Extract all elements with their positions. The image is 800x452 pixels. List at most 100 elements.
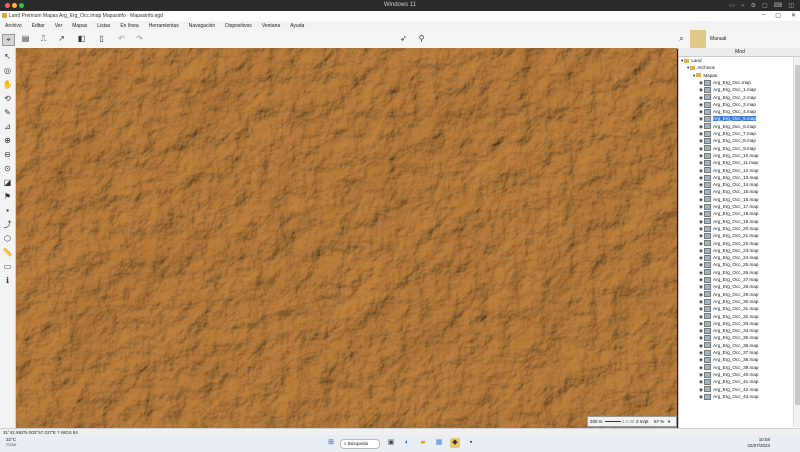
tree-map-item[interactable]: ◉ Arg_Erg_Occ_41.map bbox=[699, 378, 758, 385]
menu-listas[interactable]: Listas bbox=[92, 21, 115, 30]
undo-icon[interactable]: ↶ bbox=[116, 34, 127, 44]
tree-folder-item[interactable]: ▾ Land bbox=[681, 57, 702, 64]
flag-icon[interactable]: ⚑ bbox=[2, 191, 13, 202]
tree-map-item[interactable]: ◉ Arg_Erg_Occ_1.map bbox=[699, 86, 756, 93]
taskbar-search[interactable]: ⌕ Búsqueda bbox=[340, 439, 380, 449]
menu-ayuda[interactable]: Ayuda bbox=[285, 21, 309, 30]
tree-map-item[interactable]: ◉ Arg_Erg_Occ_43.map bbox=[699, 393, 758, 400]
expand-icon[interactable]: ▾ bbox=[687, 65, 689, 70]
tree-map-item[interactable]: ◉ Arg_Erg_Occ_40.map bbox=[699, 371, 758, 378]
zoom-out-icon[interactable]: ⊖ bbox=[2, 149, 13, 160]
device-icon[interactable]: ▯ bbox=[96, 34, 107, 44]
tree-map-item[interactable]: ◉ Arg_Erg_Occ_13.map bbox=[699, 174, 758, 181]
map-view[interactable] bbox=[16, 48, 677, 428]
tree-map-item[interactable]: ◉ Arg_Erg_Occ_30.map bbox=[699, 298, 758, 305]
track-icon[interactable]: ⤴ bbox=[2, 219, 13, 230]
zoom-level[interactable]: 67 % bbox=[654, 417, 664, 426]
tree-map-item[interactable]: ◉ Arg_Erg_Occ_28.map bbox=[699, 283, 758, 291]
cursor-icon[interactable]: ↖ bbox=[2, 51, 13, 62]
target-icon[interactable]: ◎ bbox=[2, 65, 13, 76]
tree-map-item[interactable]: ◉ Arg_Erg_Occ_14.map bbox=[699, 181, 758, 188]
tree-map-item[interactable]: ◉ Arg_Erg_Occ_34.map bbox=[699, 327, 758, 334]
file-explorer-icon[interactable]: ▰ bbox=[418, 438, 428, 448]
menu-mapas[interactable]: Mapas bbox=[67, 21, 92, 30]
navigate-icon[interactable]: ➶ bbox=[398, 34, 409, 44]
keyboard-icon[interactable]: ⌨ bbox=[774, 2, 783, 9]
redo-icon[interactable]: ↷ bbox=[134, 34, 145, 44]
menu-navegacion[interactable]: Navegación bbox=[184, 21, 220, 30]
tree-map-item[interactable]: ◉ Arg_Erg_Occ_23.map bbox=[699, 247, 758, 254]
zoom-fit-icon[interactable]: ⊙ bbox=[2, 163, 13, 174]
route-icon[interactable]: ↗ bbox=[56, 34, 67, 44]
edge-icon[interactable]: ◐ bbox=[402, 438, 412, 448]
display-icon[interactable]: ▢ bbox=[762, 2, 768, 9]
zoom-in-icon[interactable]: ⊕ bbox=[2, 135, 13, 146]
mode-selector[interactable]: Manual bbox=[710, 36, 726, 42]
sidebar-icon[interactable]: ◫ bbox=[788, 2, 794, 9]
menu-editar[interactable]: Editar bbox=[27, 21, 50, 30]
tree-map-item[interactable]: ◉ Arg_Erg_Occ_11.map bbox=[699, 159, 758, 166]
tree-map-item[interactable]: ◉ Arg_Erg_Occ_7.map bbox=[699, 130, 756, 137]
tree-map-item[interactable]: ◉ Arg_Erg_Occ_3.map bbox=[699, 101, 756, 108]
waypoint-icon[interactable]: ▪ bbox=[2, 205, 13, 216]
tree-map-item[interactable]: ◉ Arg_Erg_Occ_42.map bbox=[699, 386, 758, 393]
tree-map-item[interactable]: ◉ Arg_Erg_Occ_16.map bbox=[699, 196, 758, 203]
tree-map-item[interactable]: ◉ Arg_Erg_Occ_27.map bbox=[699, 276, 758, 283]
close-icon[interactable]: ✕ bbox=[791, 12, 796, 19]
tree-map-item[interactable]: ◉ Arg_Erg_Occ.map bbox=[699, 79, 751, 86]
measure-icon[interactable]: ⊿ bbox=[2, 121, 13, 132]
menu-herramientas[interactable]: Herramientas bbox=[144, 21, 184, 30]
tree-map-item[interactable]: ◉ Arg_Erg_Occ_24.map bbox=[699, 254, 758, 261]
draw-icon[interactable]: ✎ bbox=[2, 107, 13, 118]
tree-map-item[interactable]: ◉ Arg_Erg_Occ_20.map bbox=[699, 225, 758, 232]
tree-map-item[interactable]: ◉ Arg_Erg_Occ_9.map bbox=[699, 145, 756, 152]
tree-map-item[interactable]: ◉ Arg_Erg_Occ_38.map bbox=[699, 356, 758, 364]
tree-map-item[interactable]: ◉ Arg_Erg_Occ_32.map bbox=[699, 313, 758, 320]
tree-map-item[interactable]: ◉ Arg_Erg_Occ_36.map bbox=[699, 342, 758, 349]
ruler-icon[interactable]: 📏 bbox=[2, 247, 13, 258]
tree-map-item[interactable]: ◉ Arg_Erg_Occ_39.map bbox=[699, 364, 758, 371]
rotate-icon[interactable]: ⟲ bbox=[2, 93, 13, 104]
menu-dispositivos[interactable]: Dispositivos bbox=[220, 21, 257, 30]
tree-map-item[interactable]: ◉ Arg_Erg_Occ_5.map bbox=[699, 115, 756, 123]
tree-map-item[interactable]: ◉ Arg_Erg_Occ_22.map bbox=[699, 240, 758, 247]
polygon-icon[interactable]: ⬡ bbox=[2, 233, 13, 244]
video-icon[interactable]: ▭ bbox=[729, 2, 735, 9]
menu-ventana[interactable]: Ventana bbox=[257, 21, 285, 30]
follow-mode-button[interactable] bbox=[690, 30, 706, 48]
tree-map-item[interactable]: ◉ Arg_Erg_Occ_37.map bbox=[699, 349, 758, 356]
tree-map-item[interactable]: ◉ Arg_Erg_Occ_15.map bbox=[699, 188, 758, 196]
tree-map-item[interactable]: ◉ Arg_Erg_Occ_6.map bbox=[699, 123, 756, 130]
tree-map-item[interactable]: ◉ Arg_Erg_Occ_26.map bbox=[699, 269, 758, 276]
maximize-icon[interactable]: ▢ bbox=[775, 12, 781, 19]
expand-icon[interactable]: ▾ bbox=[681, 58, 683, 63]
clipboard-icon[interactable]: ▤ bbox=[20, 34, 31, 44]
pointer-tool-icon[interactable]: ⌖ bbox=[2, 34, 15, 46]
info-icon[interactable]: ℹ bbox=[2, 275, 13, 286]
square-icon[interactable]: ▭ bbox=[2, 261, 13, 272]
menu-en-linea[interactable]: En línea bbox=[115, 21, 143, 30]
menu-ver[interactable]: Ver bbox=[50, 21, 68, 30]
tree-map-item[interactable]: ◉ Arg_Erg_Occ_18.map bbox=[699, 210, 758, 218]
menu-archivo[interactable]: Archivo bbox=[0, 21, 27, 30]
tree-scrollbar[interactable] bbox=[793, 57, 800, 427]
gps-icon[interactable]: ⚲ bbox=[416, 34, 427, 44]
tree-map-item[interactable]: ◉ Arg_Erg_Occ_31.map bbox=[699, 305, 758, 312]
tree-map-item[interactable]: ◉ Arg_Erg_Occ_10.map bbox=[699, 152, 758, 159]
tree-map-item[interactable]: ◉ Arg_Erg_Occ_33.map bbox=[699, 320, 758, 327]
tree-map-item[interactable]: ◉ Arg_Erg_Occ_4.map bbox=[699, 108, 756, 115]
zoom-dropdown-icon[interactable]: ▾ bbox=[668, 417, 670, 426]
app-icon[interactable]: ▪ bbox=[466, 438, 476, 448]
tree-map-item[interactable]: ◉ Arg_Erg_Occ_2.map bbox=[699, 94, 756, 101]
expand-icon[interactable]: ▾ bbox=[693, 73, 695, 78]
tree-map-item[interactable]: ◉ Arg_Erg_Occ_19.map bbox=[699, 218, 758, 225]
tree-folder-item[interactable]: ▾ Archivos bbox=[687, 64, 715, 71]
start-icon[interactable]: ⊞ bbox=[326, 438, 336, 448]
layers-icon[interactable]: ◪ bbox=[2, 177, 13, 188]
hand-icon[interactable]: ✋ bbox=[2, 79, 13, 90]
tree-scrollbar-thumb[interactable] bbox=[795, 65, 800, 405]
usb-icon[interactable]: ⌁ bbox=[741, 2, 745, 9]
store-icon[interactable]: ▦ bbox=[434, 438, 444, 448]
tree-map-item[interactable]: ◉ Arg_Erg_Occ_25.map bbox=[699, 261, 758, 269]
weather-widget[interactable]: 32°C Calor bbox=[6, 437, 17, 447]
